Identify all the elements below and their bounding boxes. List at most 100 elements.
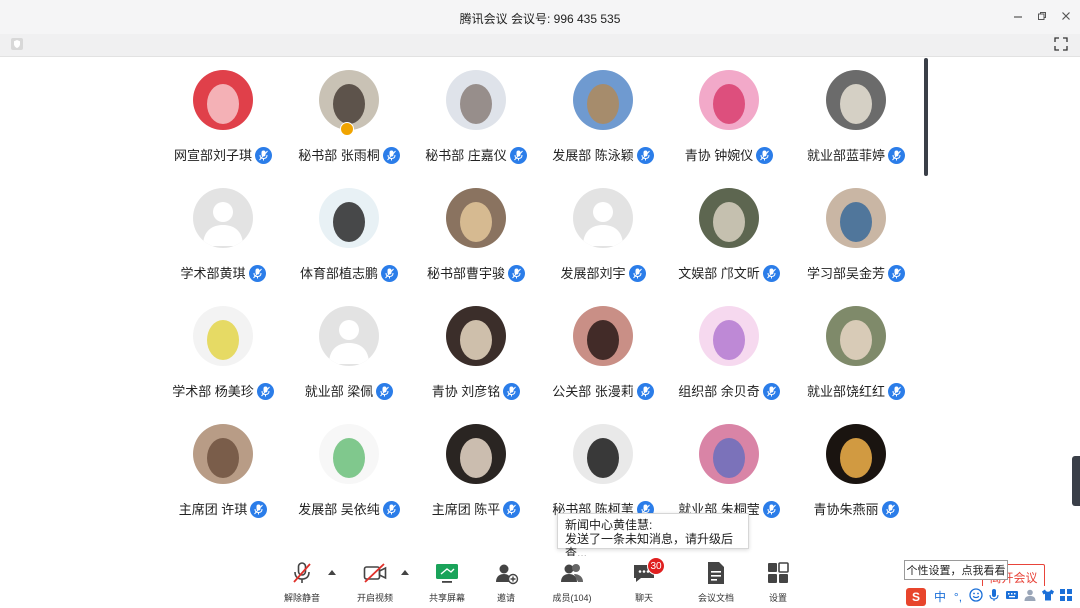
microphone-icon: [989, 589, 999, 601]
participant-tile[interactable]: 发展部 陈泳颖: [540, 70, 666, 170]
participant-tile[interactable]: 发展部 吴依纯: [286, 424, 412, 524]
avatar-image: [193, 306, 253, 366]
participant-tile[interactable]: 秘书部 陈柯苇: [540, 424, 666, 524]
ime-skin-button[interactable]: [1040, 588, 1056, 606]
participant-name: 秘书部曹宇骏: [426, 266, 505, 281]
avatar-image: [573, 306, 633, 366]
chat-notification[interactable]: 新闻中心黄佳慧: 发送了一条未知消息，请升级后查...: [557, 513, 749, 560]
ime-voice-button[interactable]: [986, 588, 1002, 606]
video-options-caret[interactable]: [401, 568, 411, 578]
participant-name: 秘书部 庄嘉仪: [425, 148, 507, 163]
participant-name: 就业部饶红红: [806, 384, 885, 399]
participant-tile[interactable]: 就业部饶红红: [793, 306, 919, 406]
ime-lang-toggle[interactable]: 中: [932, 588, 948, 606]
participant-tile[interactable]: 秘书部 庄嘉仪: [413, 70, 539, 170]
start-video-button[interactable]: 开启视频: [345, 560, 405, 606]
avatar: [319, 70, 379, 130]
host-badge: [340, 122, 354, 136]
ime-settings-tip[interactable]: 个性设置，点我看看: [904, 560, 1008, 580]
avatar: [573, 306, 633, 366]
participant-tile[interactable]: 就业部 梁佩: [286, 306, 412, 406]
avatar-image: [446, 306, 506, 366]
ime-keyboard-button[interactable]: [1004, 588, 1020, 606]
participant-tile[interactable]: 学习部吴金芳: [793, 188, 919, 288]
participant-tile[interactable]: 主席团 许琪: [160, 424, 286, 524]
restore-button[interactable]: [1032, 8, 1052, 26]
meeting-docs-button[interactable]: 会议文档: [686, 560, 746, 606]
participant-tile[interactable]: 公关部 张漫莉: [540, 306, 666, 406]
mic-status-icon: [888, 265, 905, 282]
scrollbar-thumb[interactable]: [924, 58, 928, 176]
participant-name-row: 文娱部 邝文昕: [656, 263, 802, 282]
default-avatar-icon: [573, 188, 633, 248]
sogou-logo[interactable]: S: [906, 588, 926, 606]
participant-name-row: 发展部 吴依纯: [276, 499, 422, 518]
members-button[interactable]: 成员(104): [542, 560, 602, 606]
meeting-info-bar: [0, 34, 1080, 57]
participant-tile[interactable]: 主席团 陈平: [413, 424, 539, 524]
avatar: [826, 424, 886, 484]
participant-name: 网宣部刘子琪: [173, 148, 252, 163]
unmute-button[interactable]: 解除静音: [272, 560, 332, 606]
participant-name-row: 就业部蓝菲婷: [783, 145, 929, 164]
chat-button[interactable]: 聊天: [614, 560, 674, 606]
participant-tile[interactable]: 秘书部 张雨桐: [286, 70, 412, 170]
window-title: 腾讯会议 会议号: 996 435 535: [0, 10, 1080, 27]
avatar-image: [573, 424, 633, 484]
add-user-icon: [496, 564, 519, 585]
participant-tile[interactable]: 青协 钟婉仪: [666, 70, 792, 170]
participant-tile[interactable]: 学术部 杨美珍: [160, 306, 286, 406]
avatar: [699, 188, 759, 248]
avatar-image: [699, 306, 759, 366]
close-button[interactable]: [1056, 8, 1076, 26]
invite-button[interactable]: 邀请: [476, 560, 536, 606]
ime-toolbox-button[interactable]: [1058, 588, 1074, 606]
fullscreen-icon[interactable]: [1054, 37, 1068, 51]
settings-button[interactable]: 设置: [748, 560, 808, 606]
participant-tile[interactable]: 就业部蓝菲婷: [793, 70, 919, 170]
ime-punct-toggle[interactable]: °,: [950, 588, 966, 606]
participant-tile[interactable]: 青协 刘彦铭: [413, 306, 539, 406]
participant-tile[interactable]: 学术部黄琪: [160, 188, 286, 288]
avatar: [193, 424, 253, 484]
audio-options-caret[interactable]: [328, 568, 338, 578]
participant-tile[interactable]: 发展部刘宇: [540, 188, 666, 288]
mic-status-icon: [636, 383, 654, 400]
participant-tile[interactable]: 秘书部曹宇骏: [413, 188, 539, 288]
avatar: [826, 188, 886, 248]
avatar-image: [573, 70, 633, 130]
user-icon: [1024, 589, 1036, 601]
avatar: [193, 70, 253, 130]
participant-name-row: 公关部 张漫莉: [530, 381, 676, 400]
participant-tile[interactable]: 体育部植志鹏: [286, 188, 412, 288]
participant-tile[interactable]: 青协朱燕丽: [793, 424, 919, 524]
ime-user-button[interactable]: [1022, 588, 1038, 606]
mic-status-icon: [881, 501, 899, 518]
avatar: [446, 70, 506, 130]
participant-tile[interactable]: 就业部 朱桐莹: [666, 424, 792, 524]
side-panel-handle[interactable]: [1072, 456, 1080, 506]
participant-tile[interactable]: 网宣部刘子琪: [160, 70, 286, 170]
participant-name: 发展部 陈泳颖: [552, 148, 634, 163]
avatar: [573, 424, 633, 484]
avatar: [826, 306, 886, 366]
participant-name-row: 学术部黄琪: [150, 263, 296, 282]
mic-status-icon: [376, 383, 394, 400]
avatar: [826, 70, 886, 130]
participant-tile[interactable]: 文娱部 邝文昕: [666, 188, 792, 288]
shield-icon[interactable]: [10, 37, 24, 51]
mic-status-icon: [888, 147, 905, 164]
avatar-image: [319, 70, 379, 130]
participant-name-row: 青协朱燕丽: [783, 499, 929, 518]
chat-unread-badge: 30: [647, 557, 665, 575]
avatar: [319, 188, 379, 248]
share-screen-button[interactable]: 共享屏幕: [417, 560, 477, 606]
default-avatar-icon: [193, 188, 253, 248]
avatar: [319, 424, 379, 484]
minimize-button[interactable]: [1008, 8, 1028, 26]
avatar: [446, 188, 506, 248]
participant-tile[interactable]: 组织部 余贝奇: [666, 306, 792, 406]
ime-emoji-button[interactable]: [968, 588, 984, 606]
participant-name: 组织部 余贝奇: [678, 384, 760, 399]
avatar: [573, 70, 633, 130]
